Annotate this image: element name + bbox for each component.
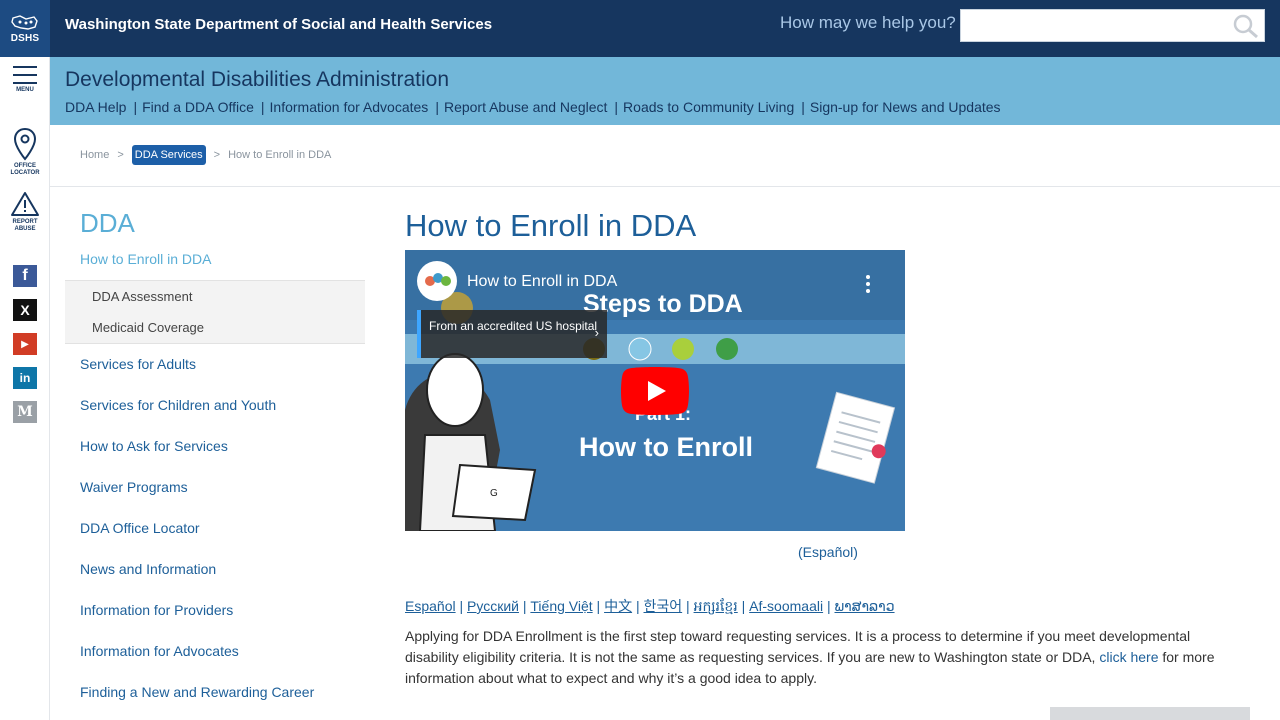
logo-text: DSHS <box>10 32 40 44</box>
program-nav: DDA Help | Find a DDA Office | Informati… <box>65 99 1001 115</box>
intro-text: Applying for DDA Enrollment is the first… <box>405 628 1191 665</box>
search-input[interactable] <box>960 9 1265 42</box>
more-vertical-icon[interactable] <box>865 274 871 294</box>
sidenav-item-adults[interactable]: Services for Adults <box>80 356 196 372</box>
nav-signup-news[interactable]: Sign-up for News and Updates <box>810 99 1001 115</box>
nav-advocates[interactable]: Information for Advocates <box>270 99 429 115</box>
click-here-link[interactable]: click here <box>1099 649 1158 665</box>
washington-seal-icon <box>11 14 38 30</box>
hamburger-icon <box>13 66 37 84</box>
warning-triangle-icon <box>11 192 39 216</box>
sidenav-item-career[interactable]: Finding a New and Rewarding Career <box>80 684 314 700</box>
lang-chinese[interactable]: 中文 <box>604 598 632 614</box>
sidenav-item-ask-services[interactable]: How to Ask for Services <box>80 438 228 454</box>
nav-roads-community[interactable]: Roads to Community Living <box>623 99 794 115</box>
sidenav-current[interactable]: How to Enroll in DDA <box>80 251 212 267</box>
nav-separator: | <box>260 99 265 115</box>
nav-separator: | <box>614 99 619 115</box>
office-locator-button[interactable]: OFFICE LOCATOR <box>0 127 50 177</box>
agency-name[interactable]: Washington State Department of Social an… <box>65 16 492 33</box>
nav-separator: | <box>801 99 805 115</box>
breadcrumb: Home > DDA Services > How to Enroll in D… <box>80 145 331 165</box>
youtube-icon[interactable]: ▶ <box>13 333 37 355</box>
x-twitter-icon[interactable]: X <box>13 299 37 321</box>
divider <box>50 186 1280 187</box>
map-pin-icon <box>13 127 37 161</box>
intro-paragraph: Applying for DDA Enrollment is the first… <box>405 626 1240 689</box>
medium-icon[interactable]: M <box>13 401 37 423</box>
nav-find-office[interactable]: Find a DDA Office <box>142 99 254 115</box>
sidenav-item-dda-assessment[interactable]: DDA Assessment <box>92 289 192 304</box>
report-abuse-label-2: ABUSE <box>14 226 36 232</box>
nav-dda-help[interactable]: DDA Help <box>65 99 126 115</box>
lang-korean[interactable]: 한국어 <box>644 598 683 614</box>
sidenav-item-children-youth[interactable]: Services for Children and Youth <box>80 397 276 413</box>
sidenav-subitems: DDA Assessment Medicaid Coverage <box>65 280 365 344</box>
video-title[interactable]: How to Enroll in DDA <box>467 273 617 291</box>
office-locator-label-1: OFFICE <box>14 163 36 169</box>
nav-separator: | <box>133 99 138 115</box>
sidenav-item-providers[interactable]: Information for Providers <box>80 602 233 618</box>
info-panel-text: From an accredited US hospital <box>429 319 598 333</box>
breadcrumb-section[interactable]: DDA Services <box>131 145 206 165</box>
linkedin-icon[interactable]: in <box>13 367 37 389</box>
page-title: How to Enroll in DDA <box>405 208 697 243</box>
nav-separator: | <box>435 99 439 115</box>
language-links: Español | Русский | Tiếng Việt | 中文 | 한국… <box>405 598 895 614</box>
report-abuse-button[interactable]: REPORT ABUSE <box>0 191 50 233</box>
lang-lao[interactable]: ພາສາລາວ <box>835 598 895 614</box>
left-rail: MENU OFFICE LOCATOR REPORT ABUSE f X ▶ i… <box>0 57 50 720</box>
lang-somali[interactable]: Af-soomaali <box>749 598 823 614</box>
menu-label: MENU <box>16 87 34 93</box>
sidenav-item-waiver[interactable]: Waiver Programs <box>80 479 188 495</box>
espanol-link[interactable]: (Español) <box>798 544 858 560</box>
admin-title[interactable]: Developmental Disabilities Administratio… <box>65 68 449 92</box>
help-prompt: How may we help you? <box>780 13 956 32</box>
lang-vietnamese[interactable]: Tiếng Việt <box>530 598 592 614</box>
play-button-icon[interactable] <box>621 367 689 415</box>
sidenav-item-news[interactable]: News and Information <box>80 561 216 577</box>
lang-khmer[interactable]: អក្សរខ្មែរ <box>694 598 738 614</box>
sidenav-item-advocates[interactable]: Information for Advocates <box>80 643 239 659</box>
search-icon[interactable] <box>1232 13 1260 39</box>
facebook-icon[interactable]: f <box>13 265 37 287</box>
info-panel-chip[interactable]: From an accredited US hospital › <box>417 310 607 358</box>
breadcrumb-separator: > <box>213 149 221 161</box>
office-locator-label-2: LOCATOR <box>10 170 40 176</box>
menu-button[interactable]: MENU <box>0 65 50 94</box>
sidebar-panel-edge <box>1050 707 1250 720</box>
sidenav-item-office-locator[interactable]: DDA Office Locator <box>80 520 200 536</box>
sidenav-title[interactable]: DDA <box>80 208 135 239</box>
site-header: DSHS Washington State Department of Soci… <box>0 0 1280 57</box>
program-header: Developmental Disabilities Administratio… <box>50 57 1280 125</box>
breadcrumb-current: How to Enroll in DDA <box>228 149 332 161</box>
dshs-logo[interactable]: DSHS <box>0 0 50 57</box>
report-abuse-label-1: REPORT <box>12 219 38 225</box>
sidenav-item-medicaid-coverage[interactable]: Medicaid Coverage <box>92 320 204 335</box>
nav-report-abuse[interactable]: Report Abuse and Neglect <box>444 99 607 115</box>
lang-spanish[interactable]: Español <box>405 598 456 614</box>
laptop-logo: G <box>490 488 498 499</box>
chevron-right-icon: › <box>594 325 599 340</box>
lang-russian[interactable]: Русский <box>467 598 519 614</box>
video-enroll-label: How to Enroll <box>579 432 753 462</box>
video-player[interactable]: G How to Enroll in DDA Steps to DDA From… <box>405 250 905 531</box>
breadcrumb-separator: > <box>117 149 124 161</box>
breadcrumb-home[interactable]: Home <box>80 149 109 161</box>
